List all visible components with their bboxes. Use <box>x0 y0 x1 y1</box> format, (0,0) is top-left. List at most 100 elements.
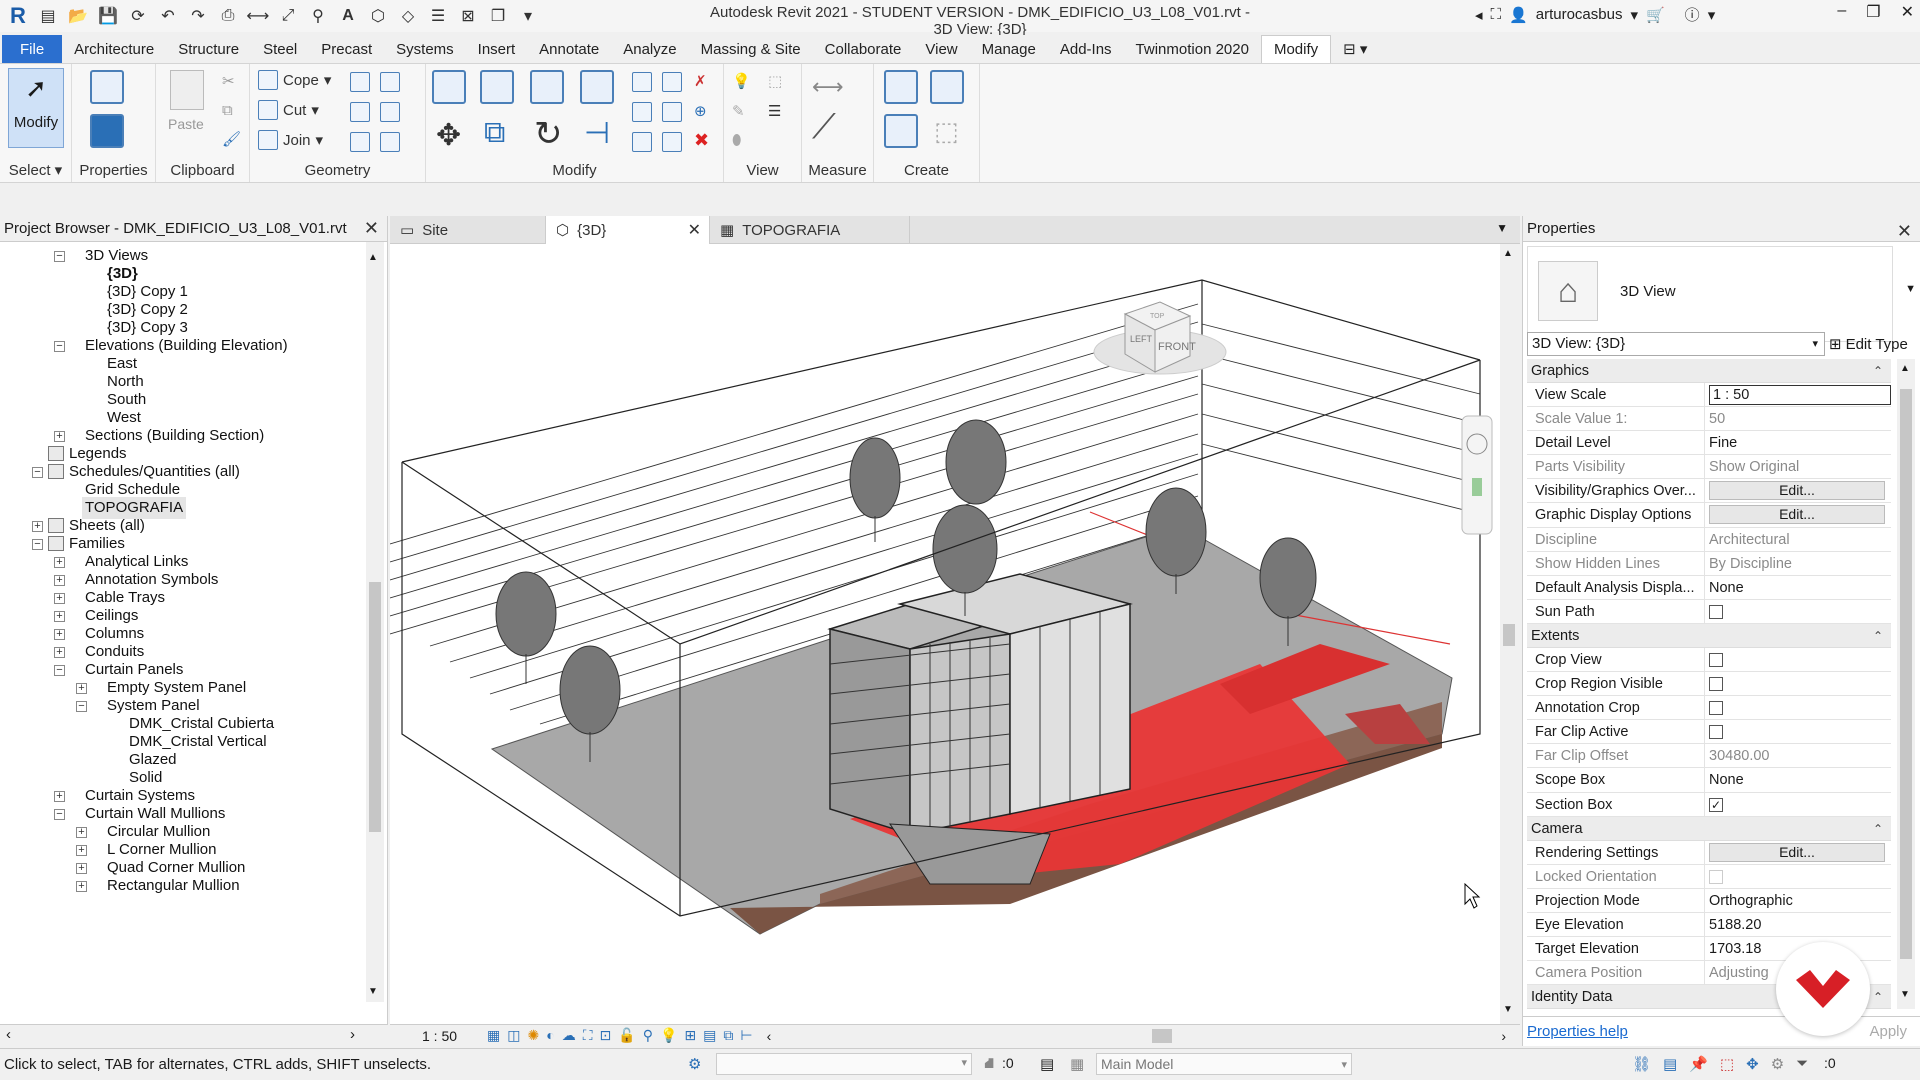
select-links-icon[interactable]: ⛓ <box>1632 1055 1651 1073</box>
user-icon[interactable]: 👤 <box>1509 6 1528 24</box>
crop-visibility-icon[interactable]: ⊡ <box>600 1027 612 1044</box>
property-value[interactable]: None <box>1709 772 1744 788</box>
restore-icon[interactable]: ❐ <box>1866 2 1880 22</box>
scroll-down-icon[interactable]: ▼ <box>1503 1004 1513 1015</box>
section-icon[interactable]: ◇ <box>396 5 420 27</box>
drag-on-selection-icon[interactable]: ✥ <box>1746 1055 1759 1073</box>
select-by-face-icon[interactable]: ⬚ <box>1720 1055 1734 1073</box>
binoculars-icon[interactable]: ⛶ <box>1491 6 1502 23</box>
editing-requests-icon[interactable]: ▤ <box>1040 1055 1054 1073</box>
instance-selector[interactable]: 3D View: {3D} ▾ <box>1527 332 1825 356</box>
scroll-thumb[interactable] <box>1900 389 1912 959</box>
join-button[interactable]: Join ▾ <box>258 130 323 150</box>
select-dropdown[interactable]: Select ▾ <box>0 160 71 182</box>
customize-qat-icon[interactable]: ▾ <box>516 5 540 27</box>
measure-icon[interactable]: ⟷ <box>246 5 270 27</box>
project-browser-hscroll[interactable]: ‹ › <box>0 1024 388 1044</box>
delete-icon[interactable]: ✖ <box>694 130 709 151</box>
tag-icon[interactable]: ⚲ <box>306 5 330 27</box>
array-icon[interactable] <box>632 102 652 122</box>
view-scrollbar[interactable]: ▲ ▼ <box>1500 244 1518 1024</box>
property-value[interactable]: 1703.18 <box>1709 941 1761 957</box>
sun-path-icon[interactable]: ✺ <box>528 1027 540 1044</box>
pin-icon[interactable]: ⊕ <box>694 102 707 120</box>
property-checkbox[interactable] <box>1709 604 1723 619</box>
collapse-group-icon[interactable]: ⌃ <box>1873 817 1883 841</box>
collapse-icon[interactable]: − <box>32 539 43 550</box>
project-browser-scrollbar[interactable]: ▲ ▼ <box>366 242 384 1002</box>
tab-twinmotion-2020[interactable]: Twinmotion 2020 <box>1124 35 1261 63</box>
collapse-group-icon[interactable]: ⌃ <box>1873 359 1883 383</box>
type-selector[interactable]: ⌂ 3D View ▼ <box>1527 246 1916 342</box>
select-underlay-icon[interactable]: ▤ <box>1663 1055 1677 1073</box>
design-option-dropdown[interactable]: Main Model ▾ <box>1096 1053 1352 1075</box>
ribbon-display-options-icon[interactable]: ⊟ ▾ <box>1331 35 1379 63</box>
temporary-hide-icon[interactable]: ⚲ <box>643 1027 653 1044</box>
cope-button[interactable]: Cope ▾ <box>258 70 331 90</box>
trim-multiple-icon[interactable] <box>662 132 682 152</box>
collapse-icon[interactable]: − <box>76 701 87 712</box>
3d-view-canvas[interactable]: FRONT LEFT TOP <box>389 244 1500 1024</box>
property-checkbox[interactable] <box>1709 869 1723 884</box>
properties-scrollbar[interactable]: ▲ ▼ <box>1897 359 1915 1009</box>
revit-logo-icon[interactable]: R <box>6 3 30 28</box>
split-gap-icon[interactable] <box>662 72 682 92</box>
close-icon[interactable]: ✕ <box>1897 218 1912 244</box>
scroll-right-icon[interactable]: › <box>1501 1028 1506 1044</box>
chevron-down-icon[interactable]: ▾ <box>1630 6 1638 24</box>
property-input[interactable]: 1 : 50 <box>1709 385 1891 405</box>
property-edit-button[interactable]: Edit... <box>1709 505 1885 525</box>
line-style-icon[interactable]: ☰ <box>768 102 781 120</box>
property-group-header[interactable]: Camera ⌃ <box>1527 816 1891 841</box>
offset-icon[interactable] <box>480 70 514 104</box>
modify-button[interactable]: ➚ Modify <box>8 68 64 148</box>
expand-icon[interactable]: + <box>54 557 65 568</box>
close-icon[interactable]: ✕ <box>688 220 701 240</box>
aligned-dimension-icon[interactable]: ⟋ <box>812 108 836 147</box>
property-edit-button[interactable]: Edit... <box>1709 842 1885 862</box>
tab-site[interactable]: ▭ Site <box>390 216 546 244</box>
tab-topografia[interactable]: ▦ TOPOGRAFIA <box>710 216 910 244</box>
visual-style-icon[interactable]: ◫ <box>507 1027 520 1044</box>
minimize-icon[interactable]: – <box>1837 2 1846 22</box>
scroll-thumb[interactable] <box>1503 624 1515 646</box>
expand-icon[interactable]: + <box>54 611 65 622</box>
scroll-down-icon[interactable]: ▼ <box>1900 989 1910 1000</box>
copy-element-icon[interactable]: ⧉ <box>484 116 505 150</box>
3d-view-icon[interactable]: ⬡ <box>366 5 390 27</box>
zoom-icon[interactable] <box>1472 478 1482 496</box>
create-parts-icon[interactable] <box>930 70 964 104</box>
view-scale[interactable]: 1 : 50 <box>422 1028 457 1044</box>
property-checkbox[interactable] <box>1709 701 1723 716</box>
tab-add-ins[interactable]: Add-Ins <box>1048 35 1124 63</box>
wall-joins-icon[interactable] <box>350 102 370 122</box>
scroll-thumb[interactable] <box>369 582 381 832</box>
override-icon[interactable]: ⬚ <box>768 72 782 90</box>
scroll-down-icon[interactable]: ▼ <box>368 986 378 997</box>
property-checkbox[interactable] <box>1709 652 1723 667</box>
background-process-icon[interactable]: ⚙ <box>1771 1055 1784 1073</box>
property-edit-button[interactable]: Edit... <box>1709 481 1885 501</box>
collapse-icon[interactable]: − <box>54 341 65 352</box>
sync-icon[interactable]: ⟳ <box>126 5 150 27</box>
expand-icon[interactable]: + <box>54 791 65 802</box>
trim-extend-icon[interactable]: ⊣ <box>584 116 610 151</box>
type-properties-icon[interactable] <box>90 70 124 104</box>
view-cube-top[interactable]: TOP <box>1150 313 1165 320</box>
thin-lines-icon[interactable]: ☰ <box>426 5 450 27</box>
text-icon[interactable]: A <box>336 5 360 27</box>
selection-count-icon[interactable]: ⛘ <box>984 1055 995 1074</box>
tab-manage[interactable]: Manage <box>970 35 1048 63</box>
expand-icon[interactable]: + <box>76 827 87 838</box>
print-icon[interactable]: ⎙ <box>216 5 240 27</box>
scroll-up-icon[interactable]: ▲ <box>1503 248 1513 259</box>
tab-collaborate[interactable]: Collaborate <box>813 35 914 63</box>
cut-scissors-icon[interactable]: ✂ <box>222 72 235 90</box>
tab-precast[interactable]: Precast <box>309 35 384 63</box>
hide-icon[interactable]: 💡 <box>732 72 751 90</box>
mirror-draw-icon[interactable] <box>580 70 614 104</box>
collapse-group-icon[interactable]: ⌃ <box>1873 624 1883 648</box>
dimension-icon[interactable]: ⤢ <box>276 5 300 27</box>
help-icon[interactable]: ⓘ <box>1685 4 1700 25</box>
filter-icon[interactable]: ⏷ <box>1796 1055 1808 1073</box>
